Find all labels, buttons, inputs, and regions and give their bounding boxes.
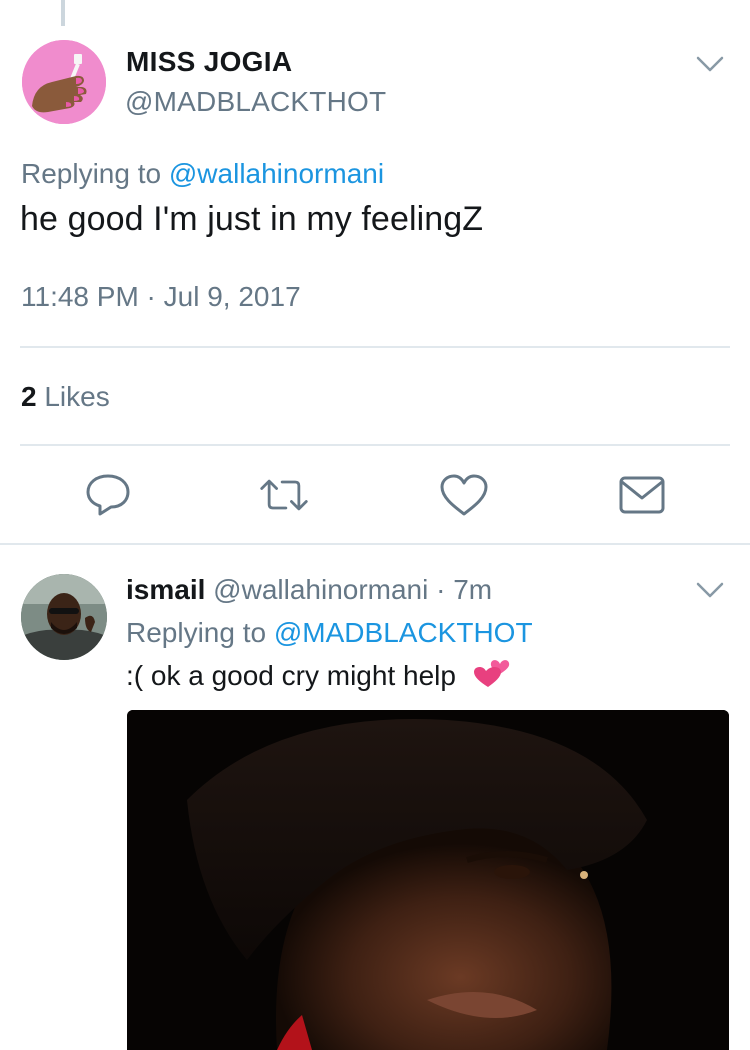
reply-button[interactable] (82, 471, 134, 519)
tweet-timestamp[interactable]: 11:48 PM · Jul 9, 2017 (21, 281, 301, 313)
reply-icon (86, 474, 130, 516)
message-icon (619, 476, 665, 514)
painted-nails-icon (22, 40, 106, 124)
reply-replying-to-line: Replying to @MADBLACKTHOT (126, 617, 533, 649)
mention-link[interactable]: @wallahinormani (169, 158, 384, 189)
tweet-media-photo[interactable] (127, 710, 729, 1050)
retweet-button[interactable] (258, 471, 310, 519)
like-icon (440, 474, 488, 516)
replying-to-label: Replying to (21, 158, 162, 189)
user-handle[interactable]: @MADBLACKTHOT (125, 86, 386, 118)
retweet-icon (260, 479, 308, 511)
tweet-text: he good I'm just in my feelingZ (20, 200, 484, 238)
direct-message-button[interactable] (616, 471, 668, 519)
likes-number: 2 (21, 381, 37, 412)
replying-to-line: Replying to @wallahinormani (21, 158, 384, 190)
display-name[interactable]: MISS JOGIA (126, 46, 292, 78)
like-button[interactable] (438, 471, 490, 519)
chevron-down-icon[interactable] (695, 54, 725, 74)
chevron-down-icon[interactable] (695, 580, 725, 600)
reply-tweet-text: :( ok a good cry might help (126, 655, 516, 696)
section-divider (0, 543, 750, 545)
replying-to-label: Replying to (126, 617, 267, 648)
avatar[interactable] (22, 40, 106, 124)
likes-count[interactable]: 2 Likes (21, 381, 110, 413)
user-photo-icon (21, 574, 107, 660)
two-hearts-icon (470, 655, 516, 696)
thread-connector-line (61, 0, 65, 26)
divider (20, 346, 730, 348)
photo-image (127, 710, 729, 1050)
likes-label: Likes (44, 381, 110, 412)
reply-text-content: :( ok a good cry might help (126, 660, 456, 691)
divider (20, 444, 730, 446)
reply-avatar[interactable] (21, 574, 107, 660)
reply-handle-time[interactable]: @wallahinormani · 7m (213, 574, 492, 605)
reply-display-name[interactable]: ismail (126, 574, 205, 605)
mention-link[interactable]: @MADBLACKTHOT (274, 617, 533, 648)
reply-header: ismail @wallahinormani · 7m (126, 574, 492, 606)
